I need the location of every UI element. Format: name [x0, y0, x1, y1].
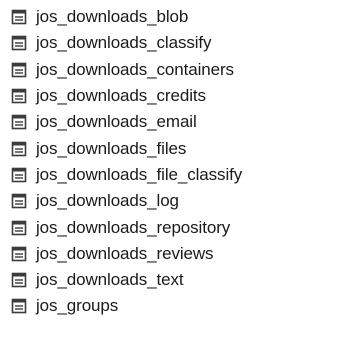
table-list-item[interactable]: jos_downloads_repository: [11, 214, 242, 240]
table-list-item[interactable]: jos_downloads_files: [11, 135, 242, 161]
table-list-item[interactable]: jos_downloads_reviews: [11, 241, 242, 267]
table-name: jos_downloads_files: [36, 138, 187, 158]
table-list-item[interactable]: jos_downloads_file_classify: [11, 162, 242, 188]
table-icon: [11, 167, 27, 183]
table-list-item[interactable]: jos_downloads_containers: [11, 57, 242, 83]
table-icon: [11, 115, 27, 130]
table-icon: [11, 62, 27, 78]
table-icon: [11, 220, 27, 235]
table-name: jos_downloads_containers: [36, 59, 234, 79]
table-list-item[interactable]: jos_downloads_blob: [11, 4, 242, 30]
table-name: jos_downloads_file_classify: [36, 164, 243, 184]
table-name: jos_downloads_blob: [36, 7, 189, 27]
table-name: jos_downloads_classify: [36, 33, 212, 53]
table-list-item[interactable]: jos_downloads_credits: [11, 83, 242, 109]
table-icon: [11, 9, 27, 25]
table-list-item[interactable]: jos_downloads_classify: [11, 30, 242, 56]
table-icon: [11, 141, 27, 156]
table-icon: [11, 36, 27, 51]
table-name: jos_downloads_reviews: [36, 243, 214, 263]
table-icon: [11, 88, 27, 104]
table-list-item[interactable]: jos_downloads_email: [11, 109, 242, 135]
table-icon: [11, 193, 27, 209]
table-name: jos_downloads_text: [36, 270, 184, 290]
table-icon: [11, 246, 27, 262]
table-icon: [11, 299, 27, 314]
table-icon: [11, 272, 27, 288]
table-name: jos_downloads_repository: [36, 217, 231, 237]
table-name: jos_groups: [36, 296, 119, 316]
table-name: jos_downloads_email: [36, 112, 197, 132]
table-list-item[interactable]: jos_groups: [11, 293, 242, 319]
table-list-item[interactable]: jos_downloads_text: [11, 267, 242, 293]
table-name: jos_downloads_log: [36, 191, 179, 211]
table-list-item[interactable]: jos_downloads_log: [11, 188, 242, 214]
table-name: jos_downloads_credits: [36, 86, 206, 106]
table-list: jos_downloads_blob jos_downloads_classif…: [11, 4, 242, 320]
